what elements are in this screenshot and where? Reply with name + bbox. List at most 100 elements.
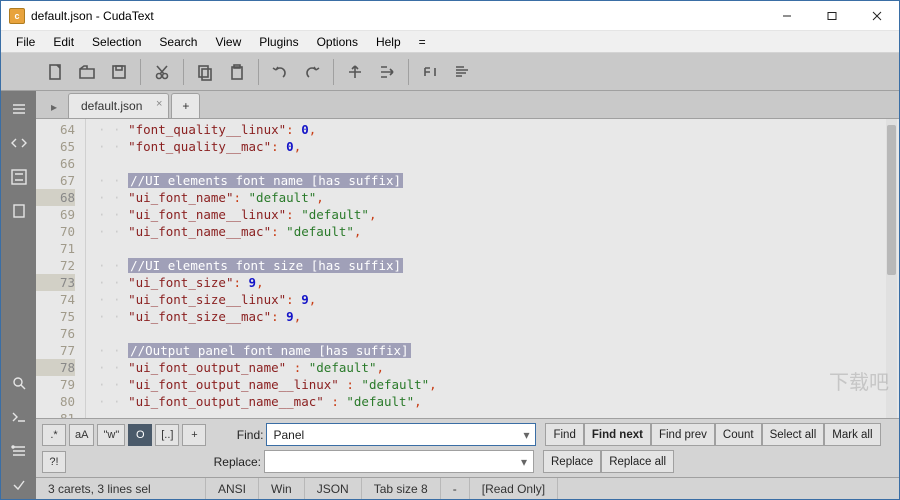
code-line[interactable]: · · "ui_font_size": 9,	[98, 274, 899, 291]
find-find-prev-button[interactable]: Find prev	[651, 423, 715, 446]
cut-button[interactable]	[146, 56, 178, 88]
find-find-button[interactable]: Find	[545, 423, 583, 446]
code-area[interactable]: · · "font_quality__linux": 0,· · "font_q…	[86, 119, 899, 418]
side-file-icon[interactable]	[5, 197, 33, 225]
code-line[interactable]	[98, 325, 899, 342]
find-opt-4[interactable]: [..]	[155, 424, 179, 446]
new-file-button[interactable]	[39, 56, 71, 88]
find-select-all-button[interactable]: Select all	[762, 423, 825, 446]
side-tree-icon[interactable]	[5, 163, 33, 191]
menu-file[interactable]: File	[7, 33, 44, 51]
code-line[interactable]: · · "ui_font_name__mac": "default",	[98, 223, 899, 240]
replace-button[interactable]: Replace	[543, 450, 601, 473]
tab-default-json[interactable]: default.json ×	[68, 93, 169, 118]
scrollbar-thumb[interactable]	[887, 125, 896, 275]
line-number: 78	[36, 359, 75, 376]
save-button[interactable]	[103, 56, 135, 88]
code-line[interactable]: · · "ui_font_output_name__mac" : "defaul…	[98, 393, 899, 410]
line-number: 65	[36, 138, 75, 155]
side-menu-icon[interactable]	[5, 95, 33, 123]
open-file-button[interactable]	[71, 56, 103, 88]
indent-right-button[interactable]	[371, 56, 403, 88]
replace-all-button[interactable]: Replace all	[601, 450, 674, 473]
line-number: 72	[36, 257, 75, 274]
maximize-button[interactable]	[809, 1, 854, 30]
find-opt2-0[interactable]: ?!	[42, 451, 66, 473]
line-number: 70	[36, 223, 75, 240]
line-number: 69	[36, 206, 75, 223]
unprintable-button[interactable]	[414, 56, 446, 88]
redo-button[interactable]	[296, 56, 328, 88]
status-lexer[interactable]: JSON	[305, 478, 362, 499]
tab-close-icon[interactable]: ×	[156, 98, 162, 110]
code-line[interactable]: · · "ui_font_size__mac": 9,	[98, 308, 899, 325]
find-opt-0[interactable]: .*	[42, 424, 66, 446]
menu-=[interactable]: =	[410, 33, 435, 51]
find-input[interactable]: Panel▾	[266, 423, 536, 446]
menu-selection[interactable]: Selection	[83, 33, 150, 51]
menubar: FileEditSelectionSearchViewPluginsOption…	[1, 31, 899, 53]
undo-button[interactable]	[264, 56, 296, 88]
dropdown-icon[interactable]: ▾	[521, 455, 527, 469]
code-line[interactable]	[98, 410, 899, 418]
menu-plugins[interactable]: Plugins	[250, 33, 307, 51]
close-button[interactable]	[854, 1, 899, 30]
minimap-button[interactable]	[446, 56, 478, 88]
code-line[interactable]: · · "ui_font_output_name__linux" : "defa…	[98, 376, 899, 393]
indent-left-button[interactable]	[339, 56, 371, 88]
find-count-button[interactable]: Count	[715, 423, 762, 446]
status-encoding[interactable]: ANSI	[206, 478, 259, 499]
code-line[interactable]: · · //UI elements font name [has suffix]	[98, 172, 899, 189]
line-number: 79	[36, 376, 75, 393]
window-title: default.json - CudaText	[31, 9, 154, 23]
line-number: 71	[36, 240, 75, 257]
line-number: 73	[36, 274, 75, 291]
line-number: 74	[36, 291, 75, 308]
copy-button[interactable]	[189, 56, 221, 88]
tab-nav-icon[interactable]: ▸	[44, 96, 64, 118]
statusbar: 3 carets, 3 lines selANSIWinJSONTab size…	[36, 477, 899, 499]
side-terminal-icon[interactable]	[5, 403, 33, 431]
code-line[interactable]: · · //Output panel font name [has suffix…	[98, 342, 899, 359]
status-selection[interactable]: 3 carets, 3 lines sel	[36, 478, 206, 499]
side-code-icon[interactable]	[5, 129, 33, 157]
menu-options[interactable]: Options	[308, 33, 367, 51]
paste-button[interactable]	[221, 56, 253, 88]
minimize-button[interactable]	[764, 1, 809, 30]
new-tab-button[interactable]: +	[171, 93, 200, 118]
replace-label: Replace:	[197, 455, 261, 469]
side-check-icon[interactable]	[5, 471, 33, 499]
find-opt-5[interactable]: +	[182, 424, 206, 446]
menu-help[interactable]: Help	[367, 33, 410, 51]
code-line[interactable]: · · "ui_font_name": "default",	[98, 189, 899, 206]
code-line[interactable]	[98, 155, 899, 172]
status-sep[interactable]: -	[441, 478, 470, 499]
code-line[interactable]	[98, 240, 899, 257]
code-line[interactable]: · · "ui_font_name__linux": "default",	[98, 206, 899, 223]
code-line[interactable]: · · "font_quality__linux": 0,	[98, 121, 899, 138]
code-line[interactable]: · · "ui_font_size__linux": 9,	[98, 291, 899, 308]
menu-search[interactable]: Search	[150, 33, 206, 51]
dropdown-icon[interactable]: ▾	[523, 428, 529, 442]
code-line[interactable]: · · "font_quality__mac": 0,	[98, 138, 899, 155]
status-eol[interactable]: Win	[259, 478, 305, 499]
code-line[interactable]: · · //UI elements font size [has suffix]	[98, 257, 899, 274]
side-list-icon[interactable]	[5, 437, 33, 465]
find-opt-2[interactable]: "w"	[97, 424, 125, 446]
code-line[interactable]: · · "ui_font_output_name" : "default",	[98, 359, 899, 376]
find-find-next-button[interactable]: Find next	[584, 423, 651, 446]
titlebar: c default.json - CudaText	[1, 1, 899, 31]
side-search-icon[interactable]	[5, 369, 33, 397]
status-tabsize[interactable]: Tab size 8	[362, 478, 441, 499]
vertical-scrollbar[interactable]	[886, 119, 897, 418]
line-number: 75	[36, 308, 75, 325]
editor[interactable]: 64656667686970717273747576777879808182 ·…	[36, 119, 899, 418]
menu-edit[interactable]: Edit	[44, 33, 83, 51]
status-mode[interactable]: [Read Only]	[470, 478, 558, 499]
find-opt-3[interactable]: O	[128, 424, 152, 446]
find-mark-all-button[interactable]: Mark all	[824, 423, 880, 446]
app-icon: c	[9, 8, 25, 24]
find-opt-1[interactable]: aA	[69, 424, 94, 446]
replace-input[interactable]: ▾	[264, 450, 534, 473]
menu-view[interactable]: View	[206, 33, 250, 51]
